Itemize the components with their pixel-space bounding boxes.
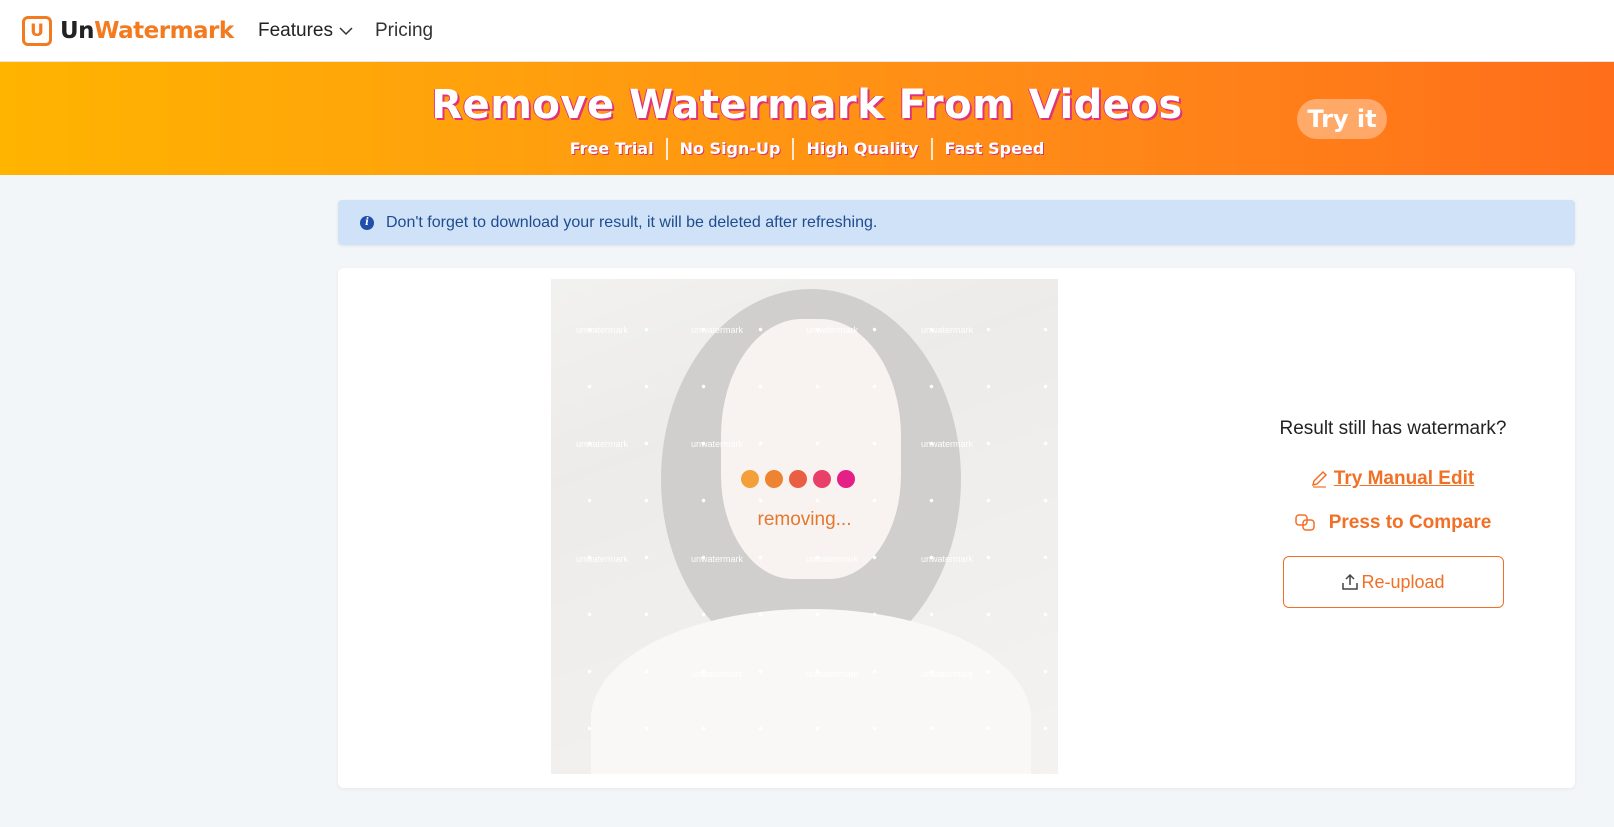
press-to-compare-button[interactable]: Press to Compare xyxy=(1268,512,1518,534)
result-card: unwatermark unwatermark unwatermark unwa… xyxy=(338,268,1575,788)
result-actions: Result still has watermark? Try Manual E… xyxy=(1268,418,1518,608)
banner-feature: Fast Speed xyxy=(930,138,1057,160)
info-alert: i Don't forget to download your result, … xyxy=(338,200,1575,245)
nav-pricing-link[interactable]: Pricing xyxy=(375,20,433,42)
image-preview: unwatermark unwatermark unwatermark unwa… xyxy=(551,279,1058,774)
loading-dot xyxy=(741,470,759,488)
removing-status: removing... xyxy=(757,509,852,530)
logo-icon: U xyxy=(22,16,52,46)
re-upload-button[interactable]: Re-upload xyxy=(1282,556,1504,608)
logo-text: UnWatermark xyxy=(60,18,234,44)
logo-text-un: Un xyxy=(60,18,95,44)
watermark-text: unwatermark xyxy=(921,554,974,564)
watermark-text: unwatermark xyxy=(921,669,974,679)
banner-feature: High Quality xyxy=(792,138,930,160)
logo[interactable]: U UnWatermark xyxy=(22,16,234,46)
nav-features-label: Features xyxy=(258,20,333,41)
try-manual-edit-link[interactable]: Try Manual Edit xyxy=(1268,468,1518,490)
watermark-text: unwatermark xyxy=(806,669,859,679)
re-upload-label: Re-upload xyxy=(1361,571,1445,592)
loading-dot xyxy=(837,470,855,488)
watermark-text: unwatermark xyxy=(576,325,629,335)
watermark-text: unwatermark xyxy=(691,325,744,335)
banner-feature-list: Free Trial No Sign-Up High Quality Fast … xyxy=(0,138,1614,160)
chevron-down-icon xyxy=(339,27,353,36)
watermark-text: unwatermark xyxy=(691,439,744,449)
loading-dots xyxy=(741,470,861,488)
nav-features-menu[interactable]: Features xyxy=(258,20,353,42)
watermark-text: unwatermark xyxy=(691,669,744,679)
watermark-text: unwatermark xyxy=(576,439,629,449)
banner-feature: No Sign-Up xyxy=(665,138,793,160)
banner-feature: Free Trial xyxy=(569,139,654,158)
info-icon: i xyxy=(360,215,374,230)
upload-icon xyxy=(1342,573,1359,590)
loading-dot xyxy=(813,470,831,488)
loading-dot xyxy=(789,470,807,488)
top-navbar: U UnWatermark Features Pricing xyxy=(0,0,1614,62)
try-it-button[interactable]: Try it xyxy=(1297,99,1387,139)
info-alert-text: Don't forget to download your result, it… xyxy=(386,213,878,231)
compare-icon xyxy=(1294,514,1315,531)
watermark-text: unwatermark xyxy=(806,325,859,335)
watermark-text: unwatermark xyxy=(576,554,629,564)
press-to-compare-label: Press to Compare xyxy=(1328,512,1492,533)
watermark-text: unwatermark xyxy=(691,554,744,564)
try-manual-edit-label: Try Manual Edit xyxy=(1333,468,1475,489)
loading-dot xyxy=(765,470,783,488)
pencil-icon xyxy=(1311,470,1327,488)
watermark-question: Result still has watermark? xyxy=(1279,418,1507,439)
watermark-text: unwatermark xyxy=(806,554,859,564)
watermark-text: unwatermark xyxy=(921,439,974,449)
watermark-text: unwatermark xyxy=(921,325,974,335)
logo-text-watermark: Watermark xyxy=(94,18,234,44)
